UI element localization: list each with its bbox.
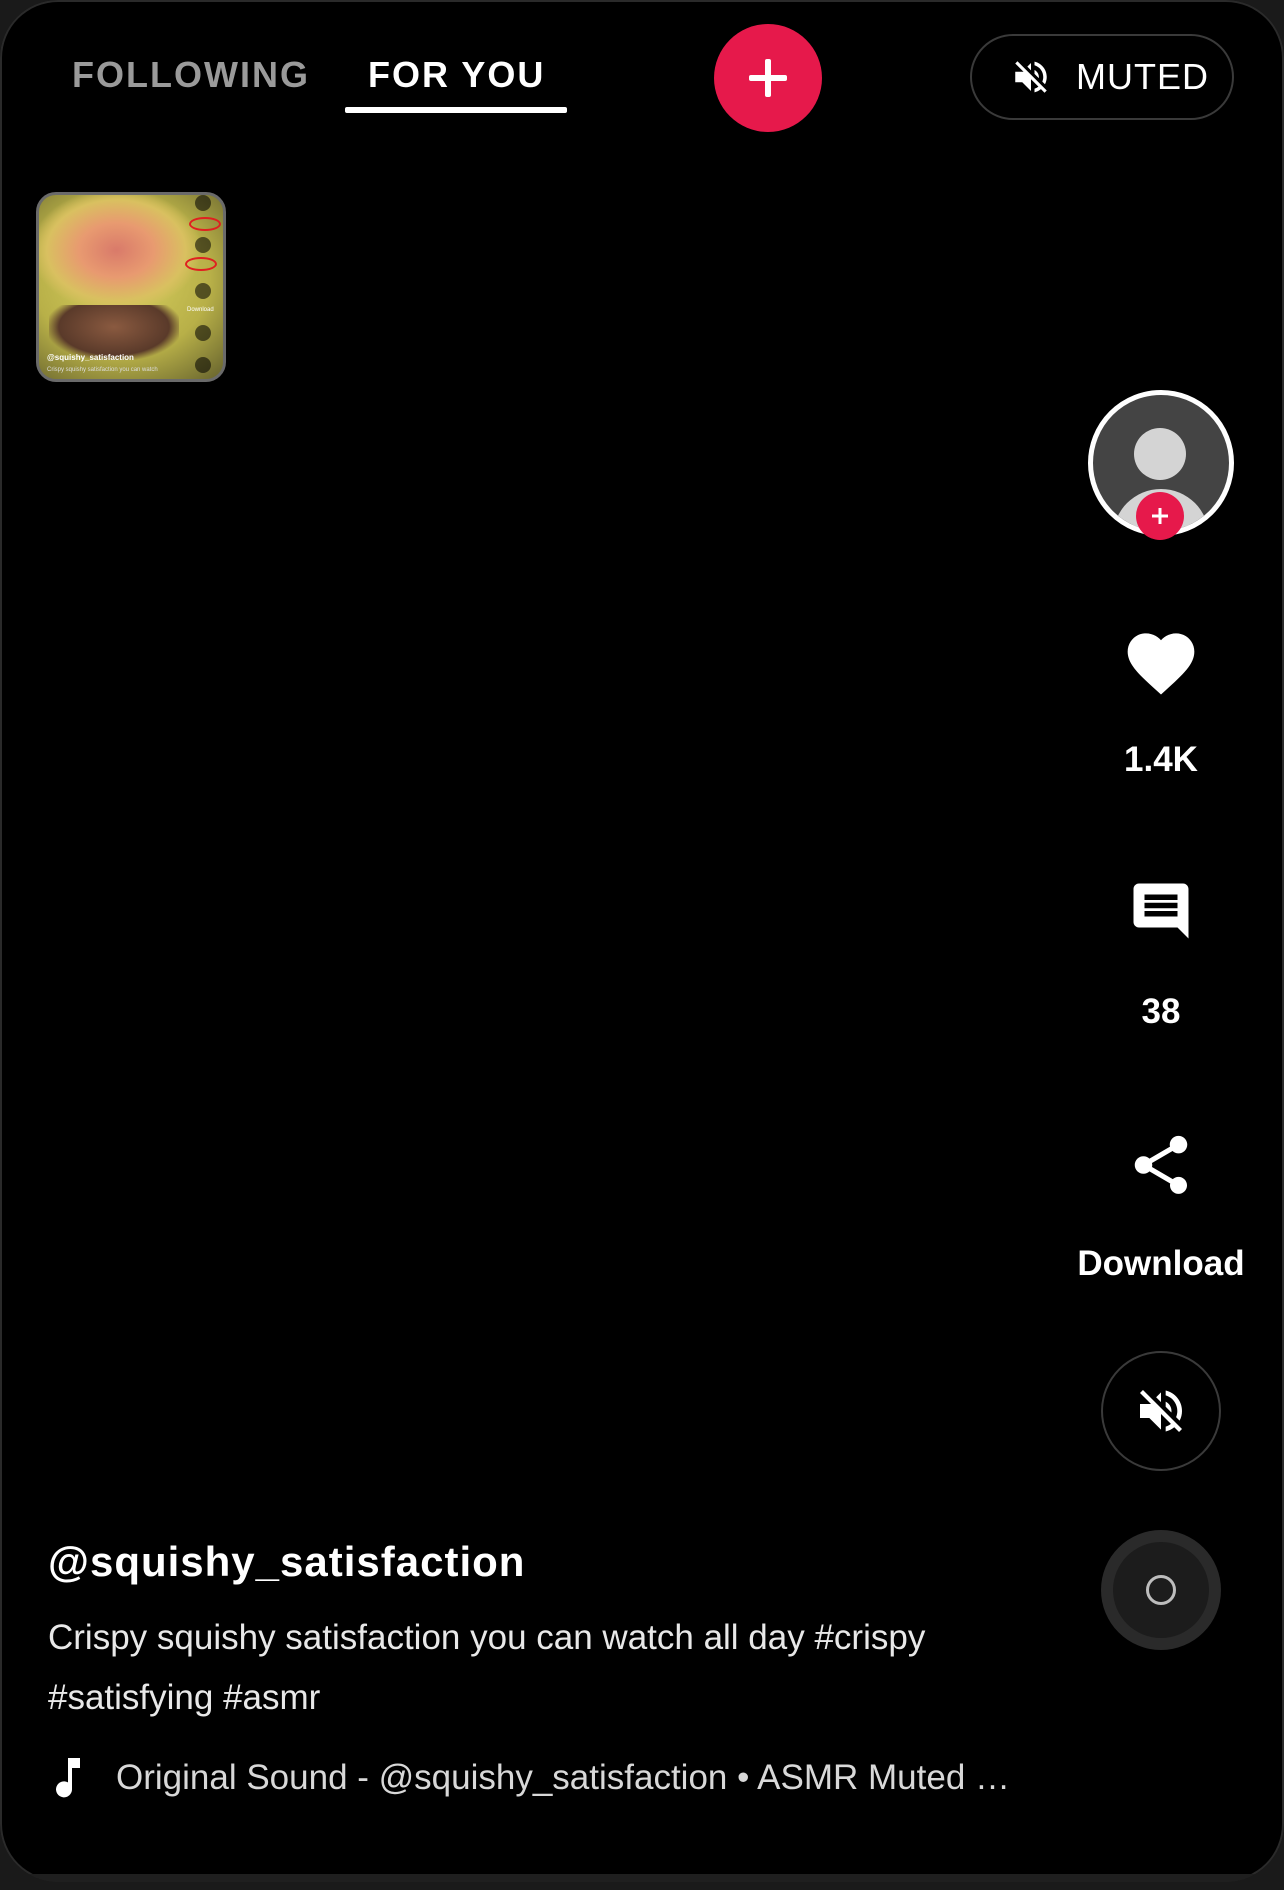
preview-disc-icon bbox=[195, 357, 211, 373]
heart-icon bbox=[1127, 633, 1195, 695]
music-note-icon bbox=[56, 1758, 80, 1798]
disc-center bbox=[1146, 1575, 1176, 1605]
preview-highlight-ring bbox=[189, 217, 221, 231]
plus-icon bbox=[749, 59, 787, 97]
preview-username: @squishy_satisfaction bbox=[47, 353, 134, 362]
download-label[interactable]: Download bbox=[1061, 1244, 1261, 1284]
active-tab-indicator bbox=[345, 107, 567, 113]
screen-bottom-edge bbox=[0, 1874, 1284, 1882]
muted-toggle-button[interactable]: MUTED bbox=[970, 34, 1234, 120]
tab-for-you[interactable]: FOR YOU bbox=[368, 54, 545, 96]
preview-share-icon bbox=[195, 283, 211, 299]
like-count: 1.4K bbox=[1124, 740, 1198, 779]
create-button[interactable] bbox=[714, 24, 822, 132]
phone-screen: FOLLOWING FOR YOU MUTED Download @squish… bbox=[0, 0, 1284, 1882]
comment-icon bbox=[1133, 883, 1189, 939]
preview-caption: Crispy squishy satisfaction you can watc… bbox=[47, 367, 158, 373]
tab-following[interactable]: FOLLOWING bbox=[72, 54, 310, 96]
music-disc-button[interactable] bbox=[1101, 1530, 1221, 1650]
speaker-muted-icon bbox=[1140, 1390, 1182, 1432]
music-disc-icon bbox=[1113, 1542, 1209, 1638]
sound-title: Original Sound - @squishy_satisfaction •… bbox=[116, 1758, 1011, 1797]
plus-icon bbox=[1152, 508, 1168, 524]
avatar-head bbox=[1134, 428, 1186, 480]
preview-highlight-ring bbox=[185, 257, 217, 271]
preview-heart-icon bbox=[195, 195, 211, 211]
mute-button[interactable] bbox=[1101, 1351, 1221, 1471]
preview-hands bbox=[49, 305, 179, 360]
speaker-muted-icon bbox=[1015, 61, 1047, 93]
comment-button[interactable] bbox=[1124, 876, 1198, 946]
like-button[interactable] bbox=[1116, 618, 1206, 702]
muted-label: MUTED bbox=[1076, 56, 1209, 97]
preview-comment-icon bbox=[195, 237, 211, 253]
post-username[interactable]: @squishy_satisfaction bbox=[48, 1538, 525, 1586]
preview-download-label: Download bbox=[187, 307, 214, 313]
share-icon bbox=[1134, 1135, 1188, 1194]
post-caption: Crispy squishy satisfaction you can watc… bbox=[48, 1618, 926, 1717]
preview-mute-icon bbox=[195, 325, 211, 341]
video-preview-thumbnail[interactable]: Download @squishy_satisfaction Crispy sq… bbox=[36, 192, 226, 382]
comment-count: 38 bbox=[1141, 992, 1181, 1031]
share-button[interactable] bbox=[1124, 1128, 1198, 1202]
sound-link[interactable]: Original Sound - @squishy_satisfaction •… bbox=[52, 1758, 1010, 1798]
follow-button[interactable] bbox=[1136, 492, 1184, 540]
